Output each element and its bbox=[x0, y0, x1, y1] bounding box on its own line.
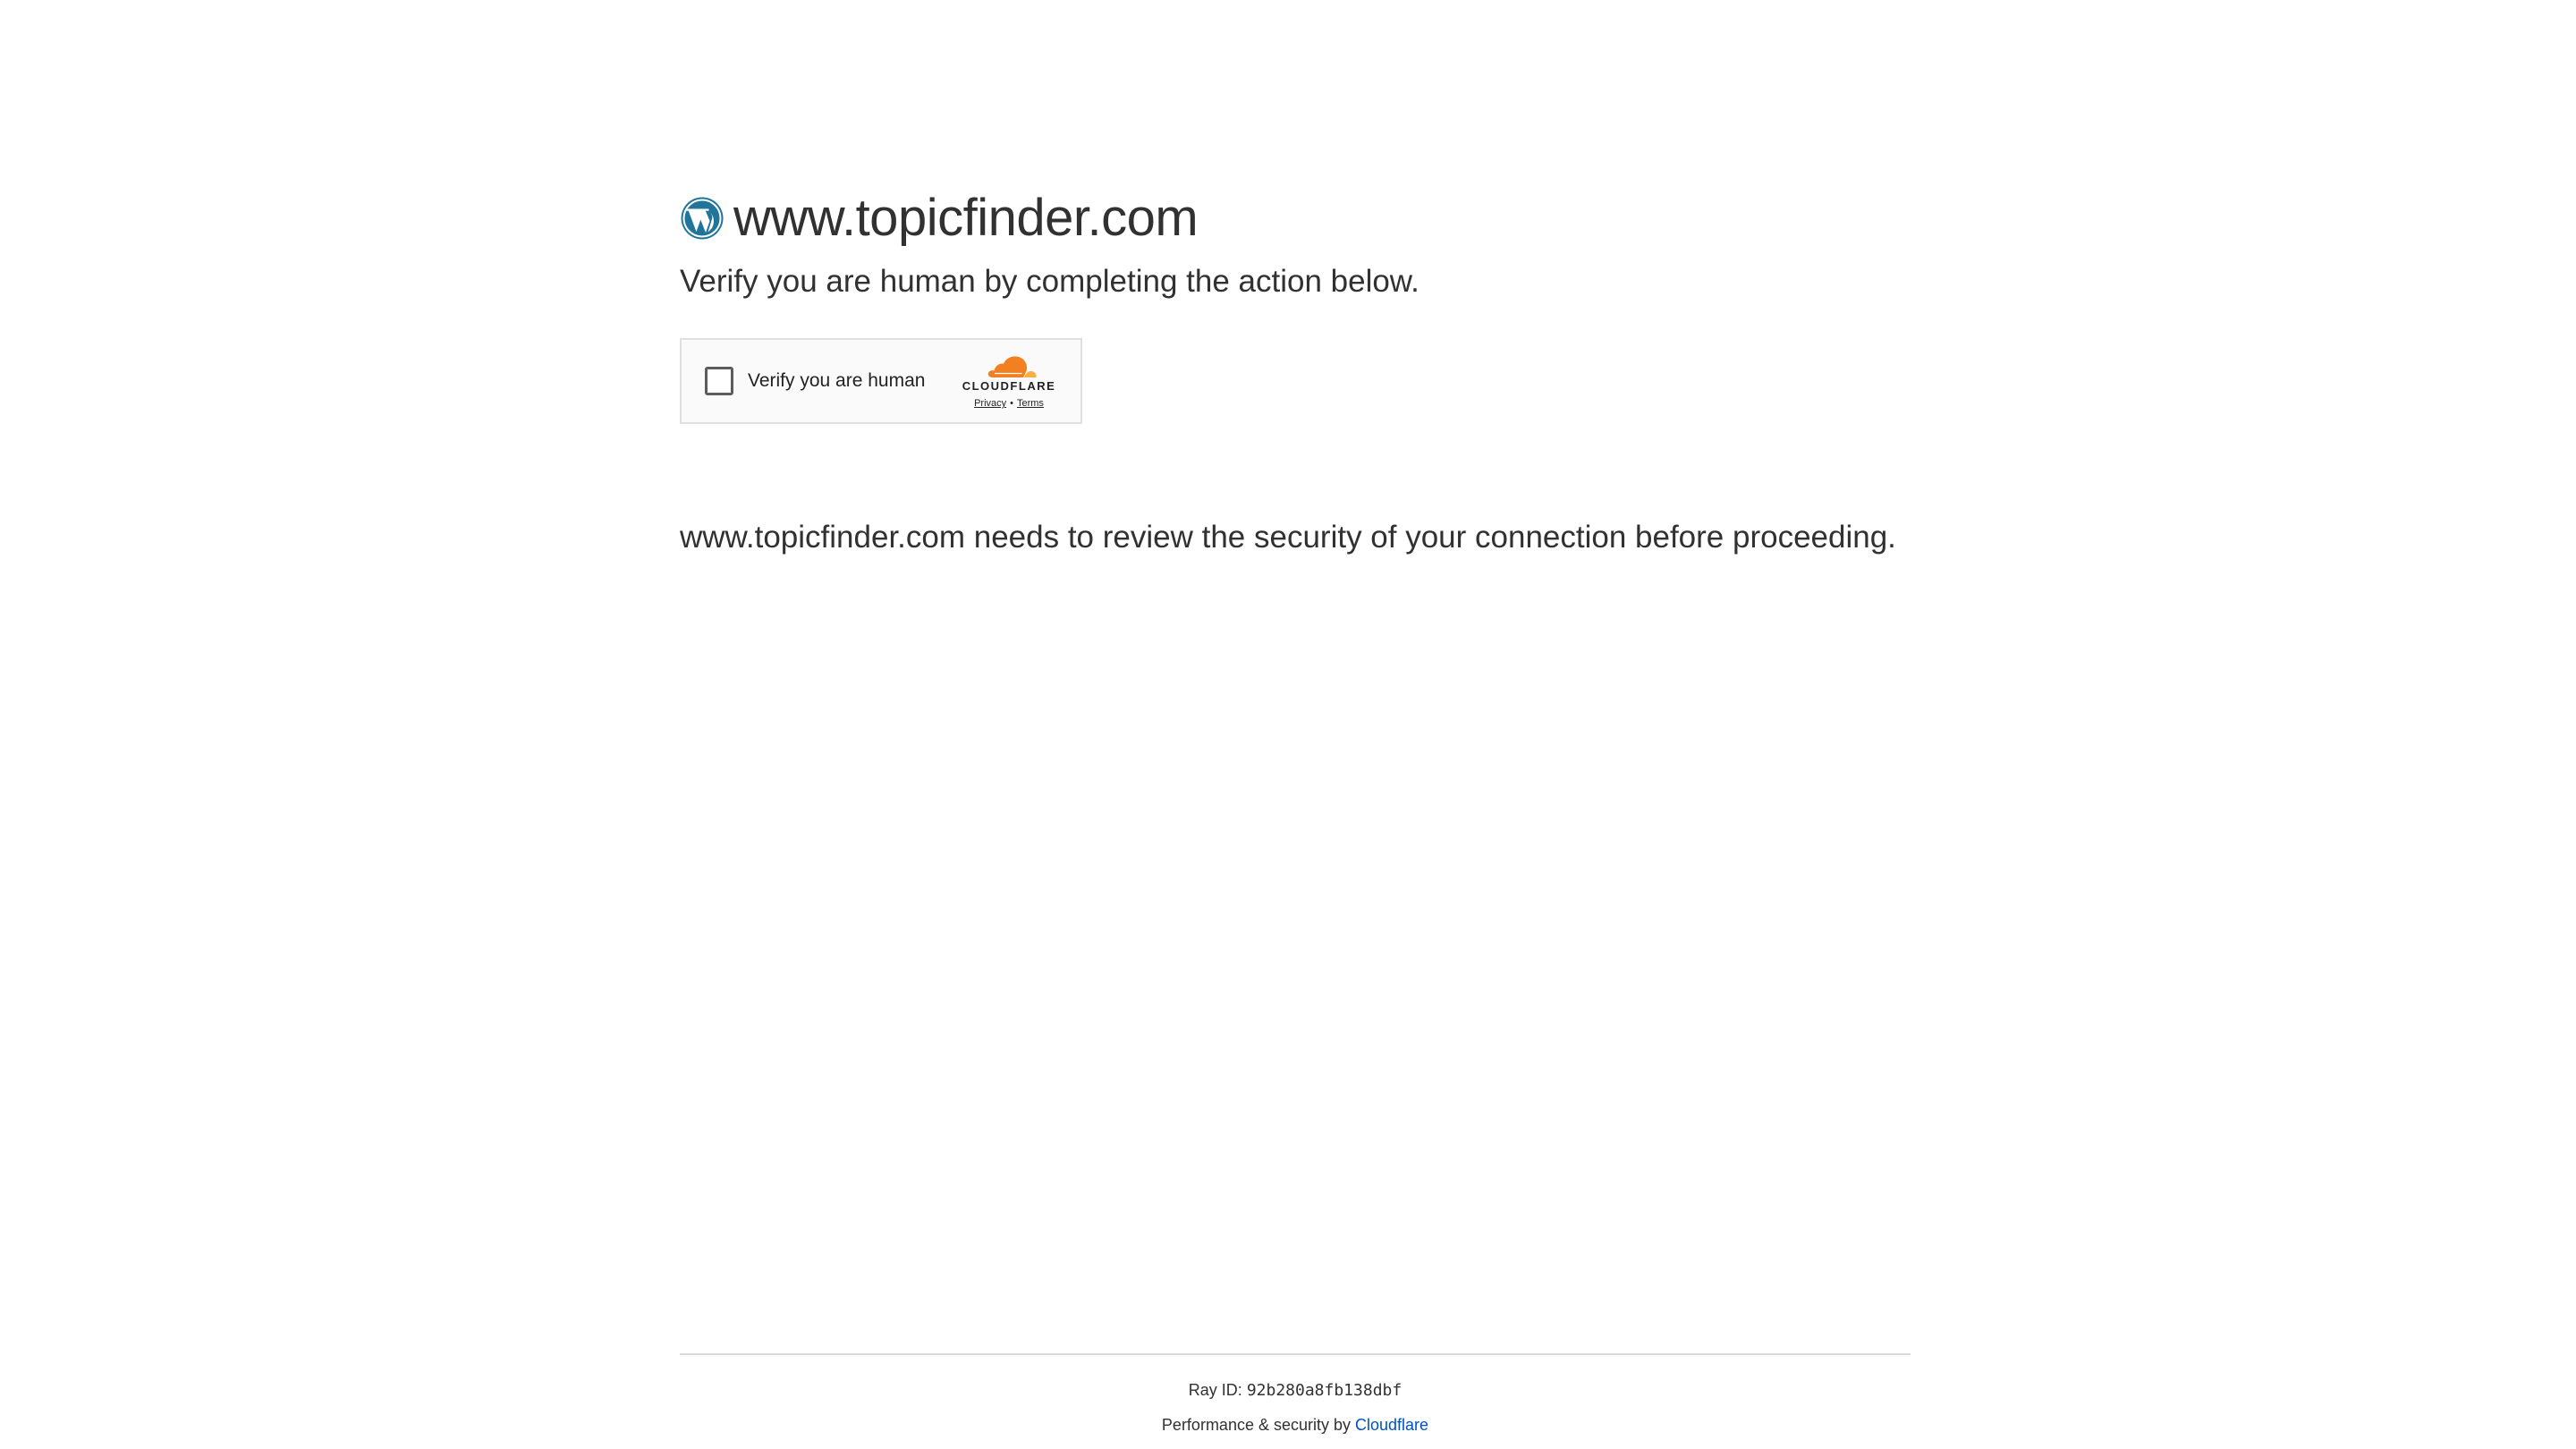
cloudflare-link[interactable]: Cloudflare bbox=[1355, 1416, 1428, 1434]
verify-checkbox[interactable] bbox=[705, 367, 733, 395]
ray-id-label: Ray ID: bbox=[1188, 1381, 1247, 1399]
link-separator: • bbox=[1010, 398, 1013, 409]
challenge-page-main: www.topicfinder.com Verify you are human… bbox=[680, 186, 1911, 558]
security-notice: www.topicfinder.com needs to review the … bbox=[680, 520, 1896, 555]
ray-id-line: Ray ID: 92b280a8fb138dbf bbox=[680, 1378, 1911, 1402]
cloudflare-brand: CLOUDFLARE Privacy • Terms bbox=[957, 354, 1061, 410]
ray-id-value: 92b280a8fb138dbf bbox=[1246, 1381, 1402, 1400]
cloudflare-wordmark: CLOUDFLARE bbox=[962, 379, 1056, 393]
performance-line: Performance & security by Cloudflare bbox=[680, 1413, 1911, 1436]
turnstile-widget: Verify you are human CLOUDFLARE Privacy •… bbox=[680, 338, 1082, 424]
terms-link[interactable]: Terms bbox=[1017, 398, 1044, 409]
cloudflare-cloud-icon bbox=[987, 356, 1037, 377]
privacy-link[interactable]: Privacy bbox=[974, 398, 1006, 409]
verify-checkbox-label[interactable]: Verify you are human bbox=[748, 369, 925, 394]
performance-label: Performance & security by bbox=[1161, 1416, 1356, 1434]
title-row: www.topicfinder.com bbox=[680, 186, 1911, 250]
cloudflare-legal-links: Privacy • Terms bbox=[957, 397, 1061, 410]
site-title: www.topicfinder.com bbox=[733, 189, 1199, 247]
page-footer: Ray ID: 92b280a8fb138dbf Performance & s… bbox=[680, 1353, 1911, 1436]
wordpress-logo-icon bbox=[681, 197, 724, 240]
page-subtitle: Verify you are human by completing the a… bbox=[680, 264, 1419, 299]
